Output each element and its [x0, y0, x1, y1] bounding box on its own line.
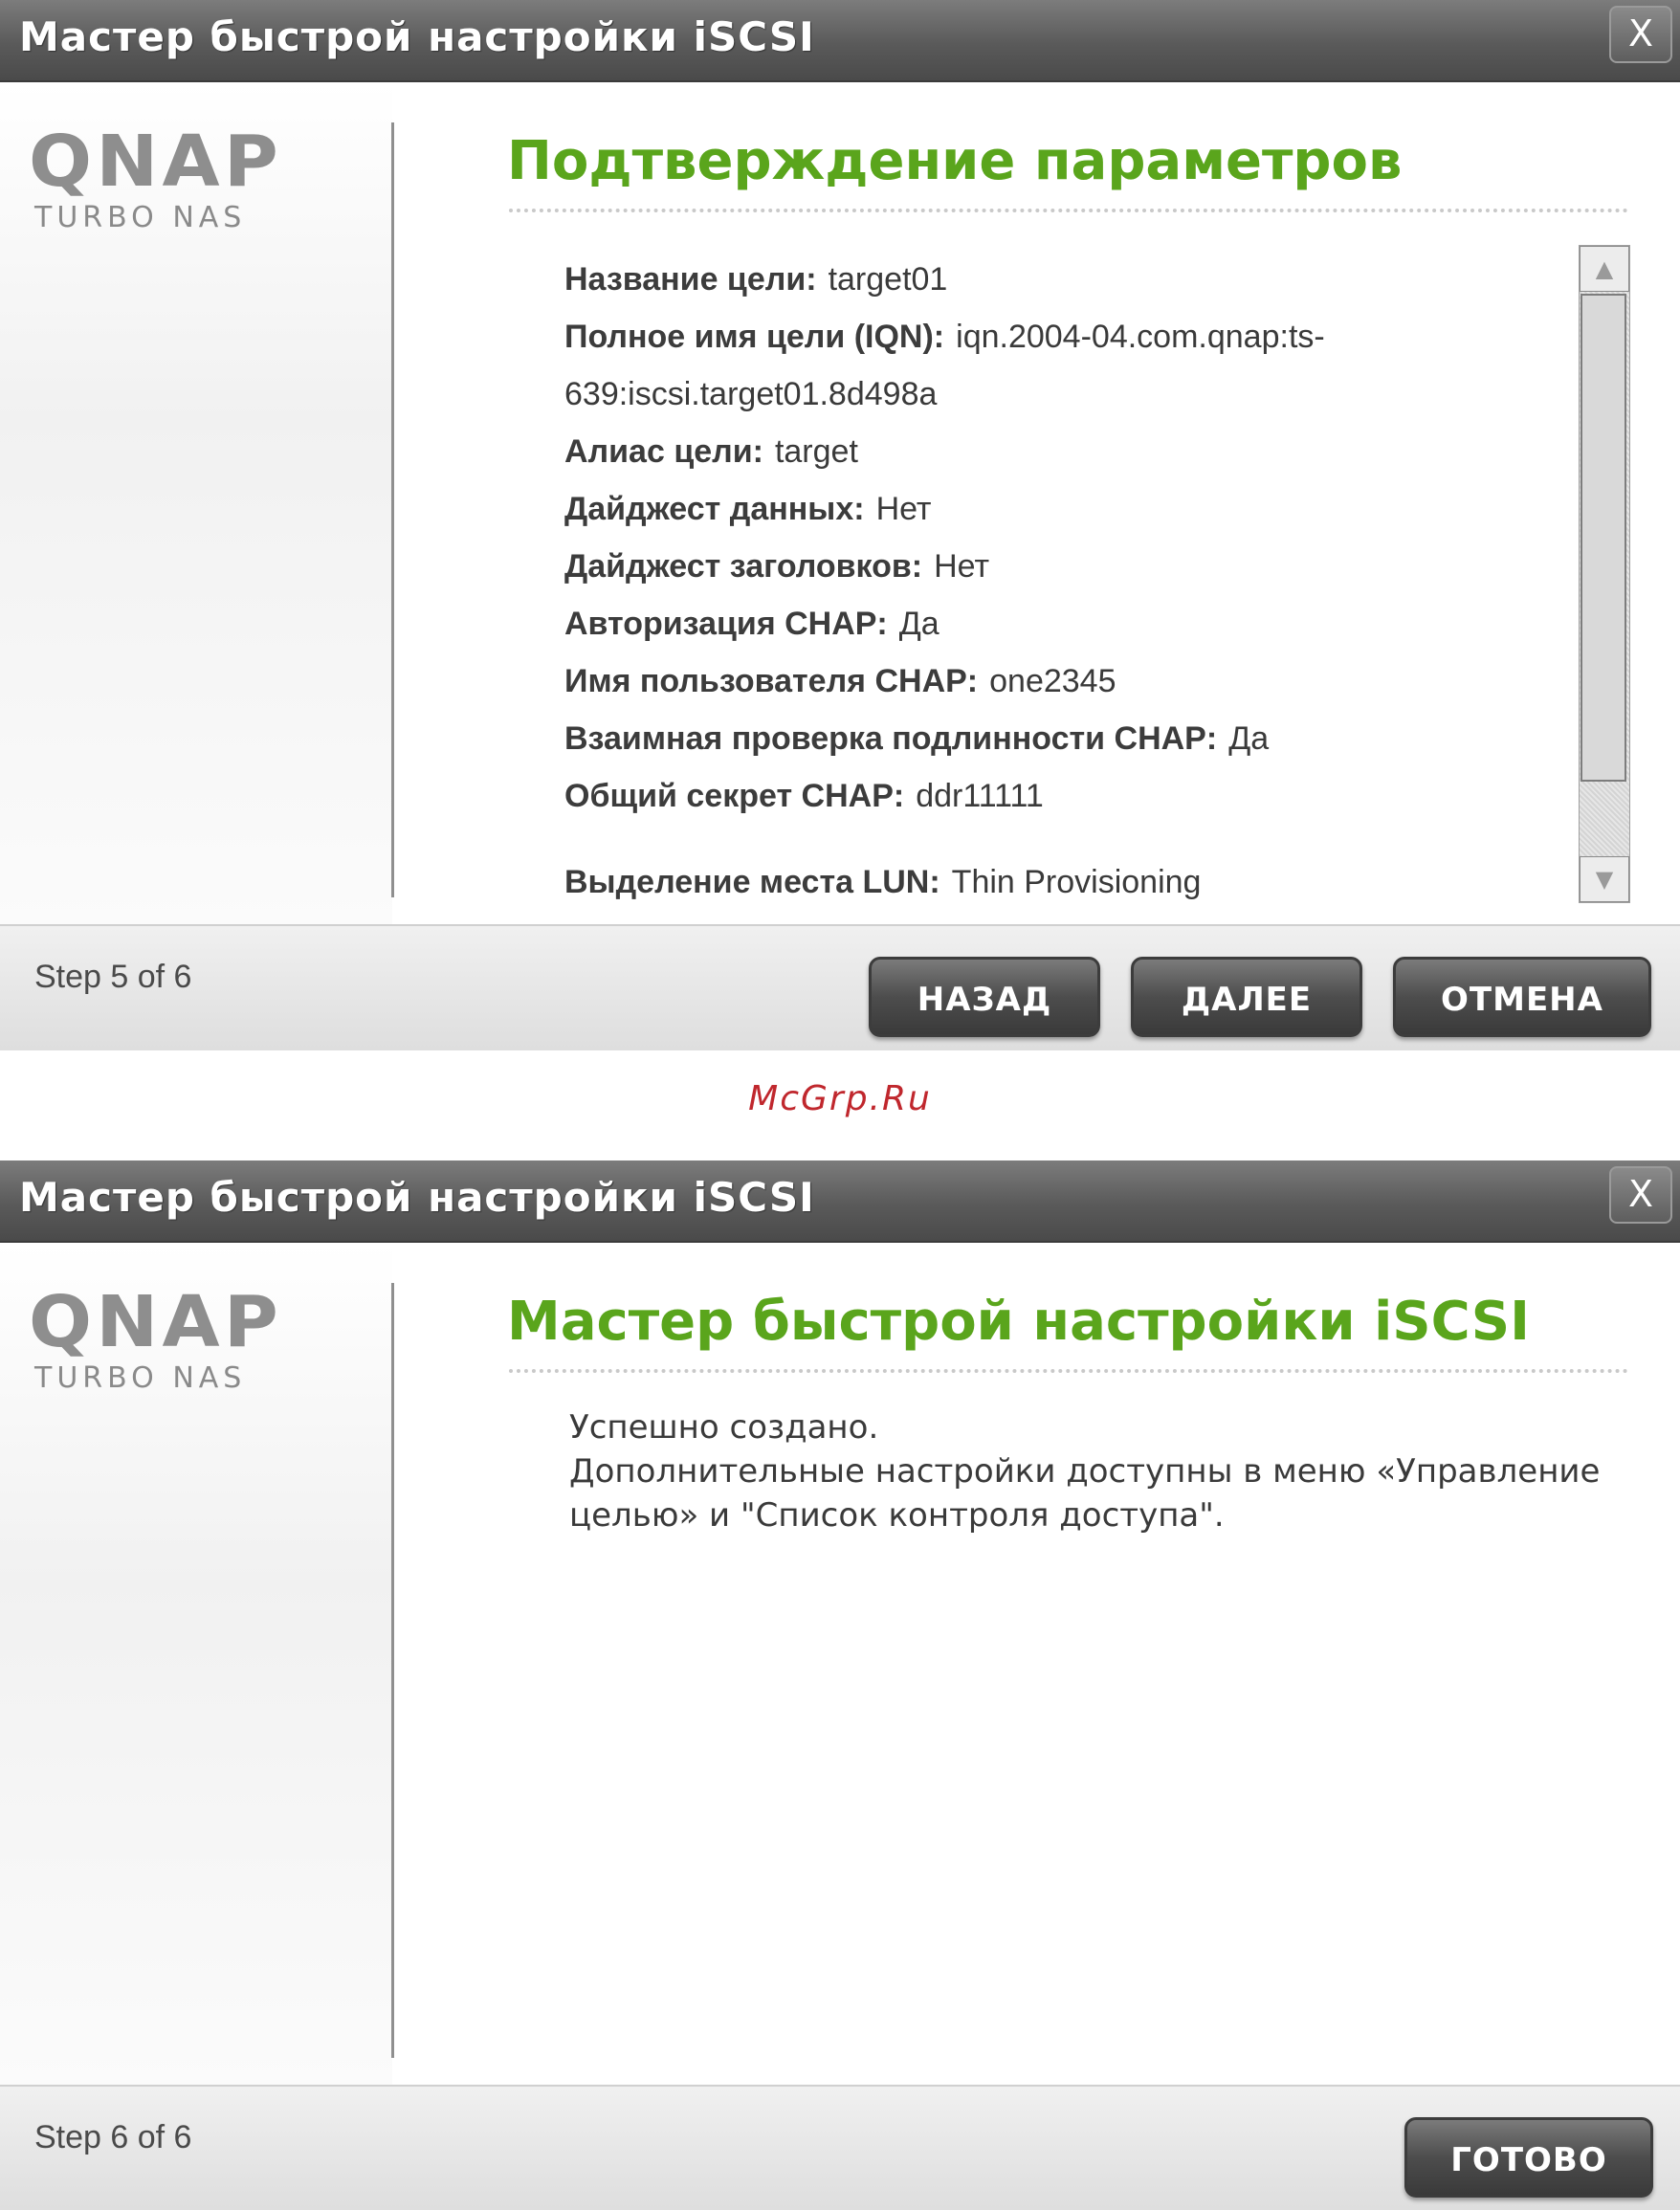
param-row: 639:iscsi.target01.8d498a — [564, 365, 1559, 423]
arrow-down-icon: ▼ — [1595, 866, 1614, 893]
scrollbar[interactable]: ▲ ▼ — [1579, 245, 1630, 903]
page-heading: Мастер быстрой настройки iSCSI — [507, 1291, 1530, 1353]
param-value: target — [774, 433, 858, 470]
page-heading: Подтверждение параметров — [507, 130, 1403, 192]
param-value: ddr11111 — [916, 778, 1044, 814]
param-value: target01 — [828, 261, 948, 298]
param-value: one2345 — [989, 663, 1116, 699]
param-row: Название цели: target01 — [564, 251, 1559, 308]
dotted-separator — [509, 209, 1628, 212]
scrollbar-thumb[interactable] — [1581, 294, 1626, 782]
divider — [391, 1283, 394, 2058]
param-value: Да — [898, 606, 939, 642]
logo-main-text: QNAP — [29, 1281, 282, 1363]
dotted-separator — [509, 1369, 1628, 1373]
param-row: Авторизация CHAP: Да — [564, 595, 1559, 652]
params-list: Название цели: target01 Полное имя цели (… — [564, 251, 1559, 911]
param-label: Дайджест заголовков: — [564, 548, 923, 585]
title-bar: Мастер быстрой настройки iSCSI X — [0, 1160, 1680, 1243]
divider — [391, 122, 394, 897]
param-row: Дайджест заголовков: Нет — [564, 538, 1559, 595]
dialog-body: QNAP TURBO NAS Подтверждение параметров … — [0, 82, 1680, 924]
qnap-logo: QNAP TURBO NAS — [29, 1287, 278, 1395]
param-row: Полное имя цели (IQN): iqn.2004-04.com.qn… — [564, 308, 1559, 365]
close-icon: X — [1627, 1173, 1654, 1215]
param-label: Имя пользователя CHAP: — [564, 663, 979, 699]
scroll-up-button[interactable]: ▲ — [1580, 246, 1629, 292]
scroll-down-button[interactable]: ▼ — [1580, 856, 1629, 902]
param-label: Выделение места LUN: — [564, 864, 940, 900]
dialog-body: QNAP TURBO NAS Мастер быстрой настройки … — [0, 1243, 1680, 2085]
param-row: Имя пользователя CHAP: one2345 — [564, 652, 1559, 710]
dialog-footer: Step 5 of 6 НАЗАД ДАЛЕЕ ОТМЕНА — [0, 924, 1680, 1050]
logo-main-text: QNAP — [29, 121, 282, 203]
param-value: Нет — [934, 548, 990, 585]
param-label: Общий секрет CHAP: — [564, 778, 905, 814]
title-bar: Мастер быстрой настройки iSCSI X — [0, 0, 1680, 82]
param-value: iqn.2004-04.com.qnap:ts- — [956, 319, 1325, 355]
logo-sub-text: TURBO NAS — [34, 201, 247, 234]
sidebar: QNAP TURBO NAS — [0, 82, 392, 924]
qnap-logo: QNAP TURBO NAS — [29, 126, 278, 234]
close-button[interactable]: X — [1609, 6, 1672, 63]
step-indicator: Step 6 of 6 — [34, 2119, 192, 2155]
param-row: Выделение места LUN: Thin Provisioning — [564, 853, 1559, 911]
wizard-dialog-step6: Мастер быстрой настройки iSCSI X QNAP TU… — [0, 1160, 1680, 2210]
param-label: Дайджест данных: — [564, 491, 865, 527]
param-row: Дайджест данных: Нет — [564, 480, 1559, 538]
dialog-footer: Step 6 of 6 ГОТОВО — [0, 2085, 1680, 2210]
close-icon: X — [1627, 12, 1654, 55]
next-button[interactable]: ДАЛЕЕ — [1131, 957, 1362, 1037]
back-button[interactable]: НАЗАД — [869, 957, 1100, 1037]
success-message: Успешно создано. Дополнительные настройк… — [569, 1405, 1603, 1537]
message-line: Дополнительные настройки доступны в меню… — [569, 1452, 1601, 1535]
message-line: Успешно создано. — [569, 1408, 879, 1447]
param-row: Алиас цели: target — [564, 423, 1559, 480]
param-label: Название цели: — [564, 261, 817, 298]
cancel-button[interactable]: ОТМЕНА — [1393, 957, 1651, 1037]
sidebar: QNAP TURBO NAS — [0, 1243, 392, 2085]
param-value: Thin Provisioning — [951, 864, 1202, 900]
close-button[interactable]: X — [1609, 1166, 1672, 1224]
param-label: Взаимная проверка подлинности CHAP: — [564, 720, 1218, 757]
param-label: Алиас цели: — [564, 433, 763, 470]
dialog-title: Мастер быстрой настройки iSCSI — [19, 13, 815, 60]
param-value: 639:iscsi.target01.8d498a — [564, 376, 938, 412]
step-indicator: Step 5 of 6 — [34, 959, 192, 995]
dialog-title: Мастер быстрой настройки iSCSI — [19, 1174, 815, 1221]
arrow-up-icon: ▲ — [1595, 255, 1614, 282]
done-button[interactable]: ГОТОВО — [1404, 2117, 1653, 2198]
param-label: Авторизация CHAP: — [564, 606, 888, 642]
param-row: Взаимная проверка подлинности CHAP: Да — [564, 710, 1559, 767]
wizard-dialog-step5: Мастер быстрой настройки iSCSI X QNAP TU… — [0, 0, 1680, 1050]
logo-sub-text: TURBO NAS — [34, 1361, 247, 1395]
param-label: Полное имя цели (IQN): — [564, 319, 945, 355]
param-value: Да — [1228, 720, 1270, 757]
watermark-text: McGrp.Ru — [748, 1079, 932, 1118]
param-value: Нет — [875, 491, 932, 527]
param-row: Общий секрет CHAP: ddr11111 — [564, 767, 1559, 825]
